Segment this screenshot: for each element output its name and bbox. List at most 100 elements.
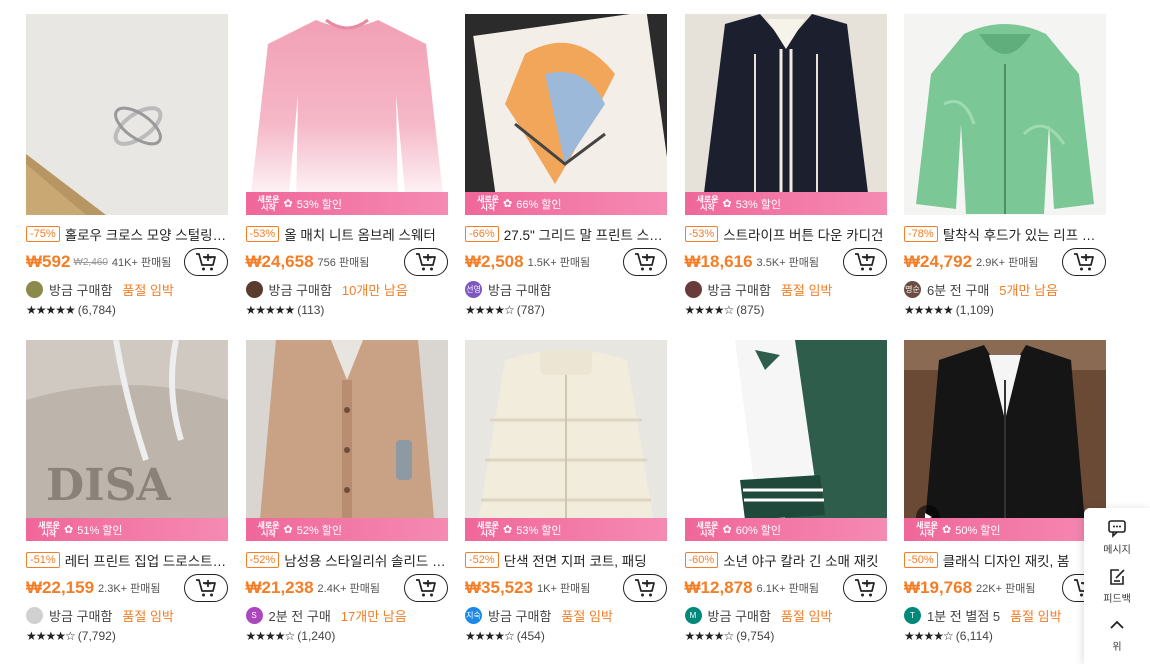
discount-badge: -75% — [26, 226, 60, 242]
buyer-avatar: M — [684, 606, 702, 624]
product-card[interactable]: 새로운 시작 ✿ 66% 할인 -66% 27.5" 그리드 말 프린트 스카프… — [465, 14, 667, 340]
stock-status: 10개만 남음 — [341, 282, 408, 298]
sold-count: 41K+ 판매됨 — [111, 257, 172, 269]
add-to-cart-button[interactable] — [1062, 248, 1106, 276]
product-image[interactable]: 새로운 시작 ✿ 53% 할인 — [245, 14, 448, 215]
scroll-top-label: 위 — [1112, 642, 1122, 654]
add-to-cart-button[interactable] — [623, 248, 667, 276]
star-rating-icon: ★★★★☆ — [245, 629, 296, 643]
add-to-cart-button[interactable] — [623, 574, 667, 602]
flower-icon: ✿ — [283, 198, 293, 210]
feedback-label: 피드백 — [1103, 593, 1131, 605]
promo-discount: 50% 할인 — [955, 524, 1001, 537]
product-title[interactable]: 단색 전면 지퍼 코트, 패딩 — [504, 550, 667, 570]
buyer-status: 6분 전 구매 — [927, 282, 990, 298]
review-count: (454) — [516, 629, 545, 643]
cart-plus-icon — [415, 579, 436, 597]
stock-status: 품절 임박 — [122, 282, 174, 298]
stock-status: 17개만 남음 — [340, 608, 407, 624]
promo-new-label: 새로운 시작 — [257, 520, 280, 538]
star-rating-icon: ★★★★☆ — [904, 629, 954, 643]
product-card[interactable]: 새로운 시작 ✿ 53% 할인 -52% 단색 전면 지퍼 코트, 패딩 ₩35… — [465, 340, 667, 664]
product-image[interactable] — [904, 14, 1106, 215]
product-image[interactable]: 새로운 시작 ✿ 53% 할인 — [684, 14, 887, 215]
buyer-status: 1분 전 별점 5 — [927, 608, 1001, 624]
product-image[interactable]: 새로운 시작 ✿ 60% 할인 — [684, 340, 887, 541]
product-card[interactable]: DISA 새로운 시작 ✿ 51% 할인 -51% 레터 프린트 집업 드로스트… — [26, 340, 228, 664]
product-card[interactable]: 새로운 시작 ✿ 53% 할인 -53% 스트라이프 버튼 다운 카디건 ₩18… — [684, 14, 887, 340]
stock-status: 5개만 남음 — [999, 282, 1058, 298]
cart-plus-icon — [196, 253, 216, 271]
cart-plus-icon — [196, 579, 216, 597]
review-count: (1,240) — [297, 629, 336, 643]
product-image[interactable]: 새로운 시작 ✿ 53% 할인 — [465, 340, 667, 541]
product-image[interactable]: 새로운 시작 ✿ 52% 할인 — [245, 340, 448, 541]
product-image[interactable]: 새로운 시작 ✿ 66% 할인 — [465, 14, 667, 215]
promo-banner: 새로운 시작 ✿ 53% 할인 — [684, 192, 887, 215]
product-card[interactable]: 새로운 시작 ✿ 52% 할인 -52% 남성용 스타일리쉬 솔리드 니트 카디… — [245, 340, 448, 664]
buyer-status: 방금 구매함 — [268, 282, 332, 298]
product-image[interactable]: DISA 새로운 시작 ✿ 51% 할인 — [26, 340, 228, 541]
product-card[interactable]: -75% 홀로우 크로스 모양 스털링 실버 반지 ₩592 ₩2,460 41… — [26, 14, 228, 340]
add-to-cart-button[interactable] — [403, 248, 448, 276]
flower-icon: ✿ — [722, 198, 732, 210]
product-price: ₩24,792 — [904, 252, 973, 271]
promo-new-label: 새로운 시작 — [37, 520, 61, 538]
message-button[interactable]: 메시지 — [1103, 518, 1131, 567]
product-title[interactable]: 홀로우 크로스 모양 스털링 실버 반지 — [65, 224, 228, 244]
product-title[interactable]: 스트라이프 버튼 다운 카디건 — [723, 224, 886, 244]
product-image[interactable] — [26, 14, 228, 215]
discount-badge: -50% — [904, 552, 938, 568]
scroll-top-button[interactable]: 위 — [1107, 615, 1127, 664]
promo-banner: 새로운 시작 ✿ 66% 할인 — [465, 192, 667, 215]
star-rating-icon: ★★★★★ — [245, 303, 296, 317]
cart-plus-icon — [635, 253, 655, 271]
cart-plus-icon — [854, 579, 875, 597]
product-card[interactable]: 새로운 시작 ✿ 60% 할인 -60% 소년 야구 칼라 긴 소매 재킷 ₩1… — [684, 340, 887, 664]
add-to-cart-button[interactable] — [184, 574, 228, 602]
product-title[interactable]: 탈착식 후드가 있는 리프 재킷 — [943, 224, 1106, 244]
star-rating-icon: ★★★★☆ — [465, 629, 515, 643]
star-rating-icon: ★★★★☆ — [684, 629, 735, 643]
promo-banner: 새로운 시작 ✿ 53% 할인 — [245, 192, 448, 215]
product-card[interactable]: -78% 탈착식 후드가 있는 리프 재킷 ₩24,792 2.9K+ 판매됨 … — [904, 14, 1106, 340]
buyer-status: 방금 구매함 — [49, 608, 113, 624]
promo-banner: 새로운 시작 ✿ 51% 할인 — [26, 518, 228, 541]
sold-count: 1.5K+ 판매됨 — [527, 257, 591, 269]
add-to-cart-button[interactable] — [403, 574, 448, 602]
add-to-cart-button[interactable] — [184, 248, 228, 276]
review-count: (113) — [297, 303, 325, 317]
feedback-icon — [1110, 568, 1125, 585]
sold-count: 3.5K+ 판매됨 — [756, 257, 820, 269]
product-title[interactable]: 소년 야구 칼라 긴 소매 재킷 — [723, 550, 886, 570]
add-to-cart-button[interactable] — [842, 574, 887, 602]
product-title[interactable]: 레터 프린트 집업 드로스트링 후디 — [65, 550, 228, 570]
original-price: ₩2,460 — [73, 256, 108, 268]
buyer-status: 방금 구매함 — [707, 608, 771, 624]
product-title[interactable]: 클래식 디자인 재킷, 봄 — [943, 550, 1106, 570]
product-card[interactable]: 새로운 시작 ✿ 53% 할인 -53% 올 매치 니트 옴브레 스웨터 ₩24… — [245, 14, 448, 340]
promo-new-label: 새로운 시작 — [696, 194, 719, 212]
product-price: ₩24,658 — [245, 252, 314, 271]
product-image[interactable]: 새로운 시작 ✿ 50% 할인 — [904, 340, 1106, 541]
discount-badge: -52% — [245, 552, 280, 568]
review-count: (787) — [516, 303, 545, 317]
flower-icon: ✿ — [942, 524, 952, 536]
star-rating-icon: ★★★★☆ — [465, 303, 515, 317]
product-title[interactable]: 올 매치 니트 옴브레 스웨터 — [284, 224, 447, 244]
product-price: ₩592 — [26, 252, 71, 271]
stock-status: 품절 임박 — [122, 608, 174, 624]
product-title[interactable]: 27.5" 그리드 말 프린트 스카프 — [504, 224, 667, 244]
stock-status: 품절 임박 — [561, 608, 613, 624]
add-to-cart-button[interactable] — [842, 248, 887, 276]
buyer-status: 방금 구매함 — [49, 282, 113, 298]
feedback-button[interactable]: 피드백 — [1103, 567, 1131, 616]
promo-banner: 새로운 시작 ✿ 50% 할인 — [904, 518, 1106, 541]
product-title[interactable]: 남성용 스타일리쉬 솔리드 니트 카디건 — [284, 550, 447, 570]
buyer-status: 방금 구매함 — [488, 608, 552, 624]
discount-badge: -66% — [465, 226, 499, 242]
promo-discount: 60% 할인 — [735, 524, 782, 537]
promo-new-label: 새로운 시작 — [476, 520, 500, 538]
star-rating-icon: ★★★★☆ — [684, 303, 735, 317]
product-card[interactable]: 새로운 시작 ✿ 50% 할인 -50% 클래식 디자인 재킷, 봄 ₩19,7… — [904, 340, 1106, 664]
